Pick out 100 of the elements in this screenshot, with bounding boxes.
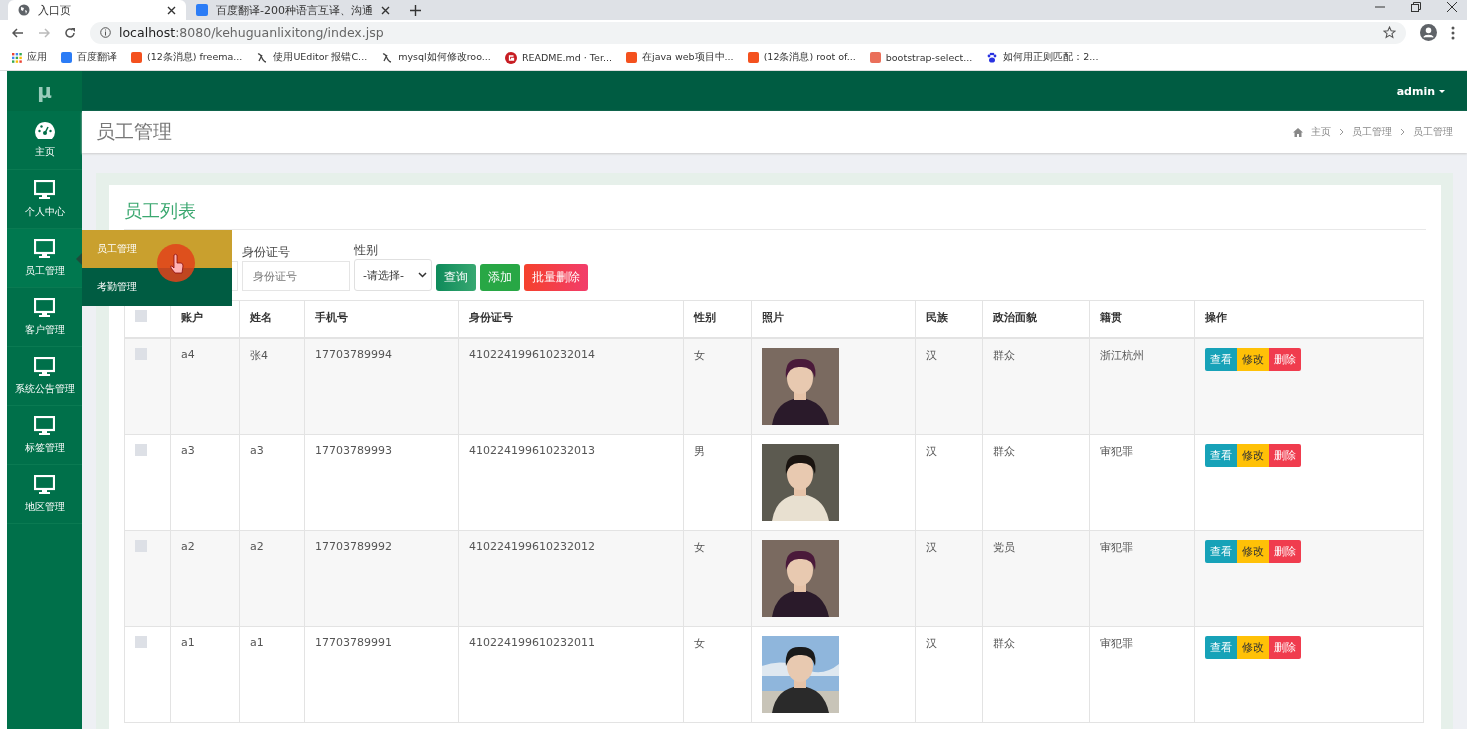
table-cell: 浙江杭州 (1100, 349, 1144, 362)
checkbox[interactable] (135, 348, 147, 360)
table-cell: a3 (250, 444, 264, 457)
column-header: 手机号 (315, 311, 348, 324)
bookmark[interactable]: (12条消息) root of... (747, 51, 856, 64)
table-cell: 汉 (926, 445, 937, 458)
browser-tab[interactable]: 百度翻译-200种语言互译、沟通 (186, 0, 400, 20)
chevron-icon (1339, 128, 1344, 136)
delete-button[interactable]: 删除 (1269, 348, 1301, 371)
table-cell: 17703789991 (315, 636, 392, 649)
script-icon (381, 51, 394, 64)
script-icon (256, 51, 269, 64)
menu-icon[interactable] (1451, 25, 1455, 40)
field-label: 身份证号 (242, 244, 291, 258)
column-header: 照片 (762, 311, 784, 324)
edit-button[interactable]: 修改 (1237, 636, 1269, 659)
bookmark[interactable]: README.md · Ter... (504, 51, 612, 64)
back-icon[interactable] (12, 26, 24, 39)
page-title: 员工管理 (96, 119, 172, 144)
table-cell: 汉 (926, 541, 937, 554)
table-cell: 女 (694, 349, 705, 362)
table-cell: a4 (181, 348, 195, 361)
table-cell: 女 (694, 637, 705, 650)
site-icon (61, 52, 72, 63)
table-cell: 汉 (926, 637, 937, 650)
site-icon (747, 52, 759, 63)
globe-icon (18, 4, 30, 16)
table-cell: 党员 (993, 541, 1015, 554)
bookmark[interactable]: (12条消息) freema... (131, 51, 243, 64)
bookmark[interactable]: 百度翻译 (61, 51, 117, 64)
edit-button[interactable]: 修改 (1237, 348, 1269, 371)
profile-icon[interactable] (1420, 24, 1437, 41)
cursor-icon (157, 244, 195, 282)
close-icon[interactable] (167, 5, 176, 15)
bookmark[interactable]: mysql如何修改roo... (381, 51, 491, 64)
bookmark[interactable]: bootstrap-select... (869, 52, 973, 63)
browser-tab[interactable]: 入口页 (8, 0, 186, 20)
card-title: 员工列表 (124, 199, 1426, 230)
bookmark[interactable]: 如何用正则匹配：2... (986, 51, 1099, 64)
table-cell: a1 (181, 636, 195, 649)
monitor-icon (34, 179, 55, 199)
breadcrumb-link[interactable]: 员工管理 (1413, 125, 1453, 139)
site-icon (869, 52, 881, 63)
bookmark[interactable]: 在java web项目中... (626, 51, 734, 64)
breadcrumb-link[interactable]: 员工管理 (1352, 125, 1392, 139)
submenu-item[interactable]: 考勤管理 (82, 268, 232, 306)
sidebar-item[interactable]: 员工管理 (7, 229, 82, 288)
bookmark[interactable]: 应用 (12, 51, 47, 64)
table-cell: 男 (694, 445, 705, 458)
table-cell: 群众 (993, 445, 1015, 458)
checkbox[interactable] (135, 540, 147, 552)
search-button[interactable]: 查询 (436, 264, 476, 291)
table-cell: 张4 (250, 349, 268, 362)
chevron-icon (1400, 128, 1405, 136)
monitor-icon (34, 238, 55, 258)
user-menu[interactable]: admin (1396, 84, 1445, 98)
checkbox[interactable] (135, 636, 147, 648)
breadcrumb-link[interactable]: 主页 (1311, 125, 1331, 139)
reload-icon[interactable] (64, 26, 76, 39)
monitor-icon (34, 297, 55, 317)
delete-button[interactable]: 删除 (1269, 444, 1301, 467)
delete-button[interactable]: 批量删除 (524, 264, 588, 291)
close-icon[interactable] (1447, 2, 1457, 12)
input-field[interactable]: 身份证号 (242, 261, 350, 291)
table-cell: 410224199610232013 (469, 444, 595, 457)
table-cell: a3 (181, 444, 195, 457)
table-cell: 审犯罪 (1100, 541, 1133, 554)
table-cell: 410224199610232011 (469, 636, 595, 649)
table-cell: 17703789993 (315, 444, 392, 457)
table-cell: 17703789992 (315, 540, 392, 553)
apps-icon (12, 52, 22, 63)
column-header: 操作 (1205, 311, 1227, 324)
delete-button[interactable]: 删除 (1269, 540, 1301, 563)
table-cell: a1 (250, 636, 264, 649)
new-tab-icon[interactable] (409, 5, 421, 16)
add-button[interactable]: 添加 (480, 264, 520, 291)
select-dropdown[interactable]: -请选择- (354, 259, 432, 291)
monitor-icon (34, 474, 55, 494)
restore-icon[interactable] (1411, 2, 1421, 12)
bookmark[interactable]: 使用UEditor 报错C... (256, 51, 368, 64)
info-icon (100, 27, 111, 38)
edit-button[interactable]: 修改 (1237, 540, 1269, 563)
table-cell: 汉 (926, 349, 937, 362)
close-icon[interactable] (380, 5, 390, 15)
table-cell: 审犯罪 (1100, 445, 1133, 458)
delete-button[interactable]: 删除 (1269, 636, 1301, 659)
address-bar[interactable]: localhost:8080/kehuguanlixitong/index.jsp (90, 21, 1406, 44)
star-icon[interactable] (1383, 26, 1396, 39)
site-icon (504, 51, 517, 64)
column-header: 姓名 (250, 311, 272, 324)
translate-icon (196, 4, 208, 16)
column-header: 身份证号 (469, 311, 513, 324)
table-cell: 410224199610232014 (469, 348, 595, 361)
logo: μ (7, 71, 82, 111)
column-header: 民族 (926, 311, 948, 324)
table-cell: 群众 (993, 637, 1015, 650)
checkbox[interactable] (135, 444, 147, 456)
table-cell: 17703789994 (315, 348, 392, 361)
checkbox[interactable] (135, 310, 147, 322)
edit-button[interactable]: 修改 (1237, 444, 1269, 467)
